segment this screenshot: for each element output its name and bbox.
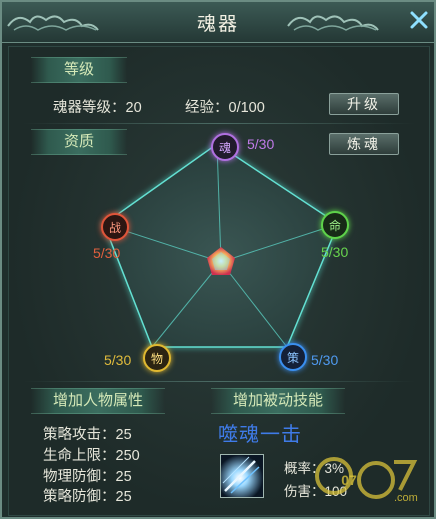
node-hun[interactable]: 魂 [211,133,239,161]
attribute-item: 生命上限：250 [43,448,140,464]
title-bar[interactable]: 魂器 [2,2,434,43]
node-zhan[interactable]: 战 [101,213,129,241]
soul-vessel-window: 魂器 等级 魂器等级：20 经验：0/100 升级 资质 炼魂 魂 5/30 命… [0,0,436,519]
node-ce[interactable]: 策 [279,343,307,371]
divider [23,381,415,382]
node-wu[interactable]: 物 [143,344,171,372]
zhan-value: 5/30 [93,245,121,261]
node-ming[interactable]: 命 [321,211,349,239]
close-icon[interactable] [408,9,430,31]
hun-value: 5/30 [247,136,275,152]
passive-skill-name: 噬魂一击 [218,424,302,446]
character-attributes-tag: 增加人物属性 [31,388,165,414]
ce-value: 5/30 [311,352,339,368]
cloud-ornament-right-icon [287,15,379,31]
ming-glyph-icon: 命 [328,219,341,233]
attribute-item: 策略攻击：25 [43,427,132,443]
wu-glyph-icon: 物 [150,352,163,366]
quality-pentagon-chart [100,140,342,350]
zhan-glyph-icon: 战 [108,221,121,235]
hun-glyph-icon: 魂 [218,141,231,155]
wu-value: 5/30 [104,352,132,368]
passive-skill-tag: 增加被动技能 [211,388,345,414]
attribute-item: 策略防御：25 [43,489,132,505]
attribute-item: 物理防御：25 [43,469,132,485]
ce-glyph-icon: 策 [286,351,299,365]
watermark-text: 07 [341,472,357,488]
watermark-domain: .com [394,492,418,504]
skill-slash-icon[interactable] [220,454,264,498]
ming-value: 5/30 [321,244,349,260]
